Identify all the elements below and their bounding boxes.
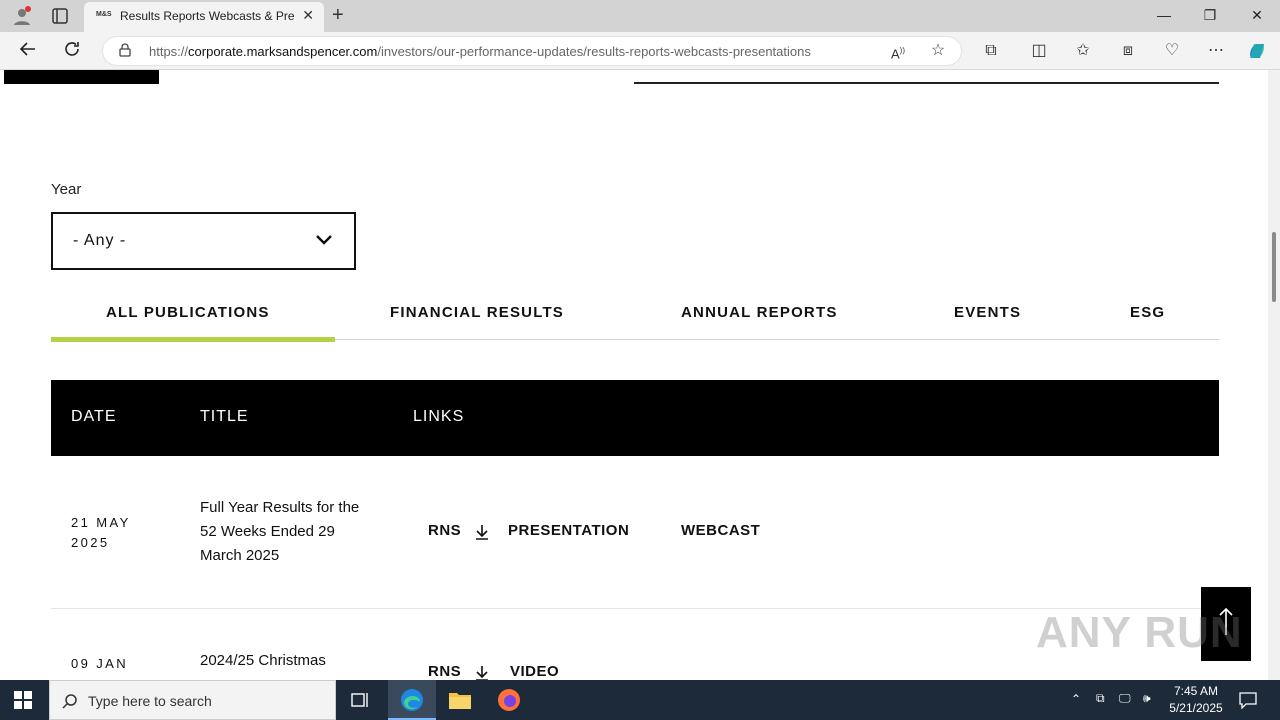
- publication-tabs: ALL PUBLICATIONS FINANCIAL RESULTS ANNUA…: [51, 300, 1219, 342]
- browser-toolbar: https://corporate.marksandspencer.com/in…: [0, 32, 1280, 70]
- browser-tab-active[interactable]: M&S Results Reports Webcasts & Pres ✕: [84, 2, 324, 32]
- minimize-icon[interactable]: —: [1152, 4, 1176, 26]
- file-explorer-icon[interactable]: [448, 689, 472, 711]
- extensions-icon[interactable]: ⧉: [980, 40, 1002, 62]
- page-scrollbar[interactable]: [1268, 70, 1280, 680]
- url-text: https://corporate.marksandspencer.com/in…: [149, 44, 811, 59]
- tab-all-publications[interactable]: ALL PUBLICATIONS: [106, 304, 270, 321]
- download-icon[interactable]: [473, 523, 491, 541]
- back-arrow-icon[interactable]: [17, 40, 39, 62]
- tray-chevron-up-icon[interactable]: ⌃: [1071, 692, 1081, 706]
- web-page: Year - Any - ALL PUBLICATIONS FINANCIAL …: [0, 70, 1268, 680]
- address-bar[interactable]: https://corporate.marksandspencer.com/in…: [102, 36, 962, 66]
- task-view-icon[interactable]: [350, 690, 370, 710]
- tab-events[interactable]: EVENTS: [954, 304, 1021, 321]
- clock[interactable]: 7:45 AM 5/21/2025: [1163, 683, 1229, 717]
- windows-start-icon[interactable]: [14, 691, 32, 709]
- close-window-icon[interactable]: ✕: [1245, 4, 1269, 26]
- tab-title: Results Reports Webcasts & Pres: [120, 9, 294, 23]
- browser-tab-bar: M&S Results Reports Webcasts & Pres ✕ + …: [0, 0, 1280, 32]
- favorites-icon[interactable]: ✩: [1072, 40, 1094, 62]
- presentation-link[interactable]: PRESENTATION: [508, 522, 629, 539]
- active-tab-underline: [51, 337, 335, 342]
- year-select-value: - Any -: [73, 232, 127, 249]
- more-menu-icon[interactable]: ⋯: [1205, 40, 1227, 62]
- edge-taskbar-icon[interactable]: [388, 680, 436, 720]
- browser-essentials-icon[interactable]: ♡: [1161, 40, 1183, 62]
- windows-taskbar: Type here to search ⌃ ⧉ 🖵 🕪 7:45 AM 5/21…: [0, 680, 1280, 720]
- header-links: LINKS: [413, 408, 465, 425]
- tab-financial-results[interactable]: FINANCIAL RESULTS: [390, 304, 564, 321]
- read-aloud-icon[interactable]: A)): [887, 40, 909, 62]
- split-screen-icon[interactable]: ◫: [1028, 40, 1050, 62]
- site-favicon-icon: M&S: [96, 11, 112, 18]
- network-icon[interactable]: ⧉: [1096, 691, 1105, 706]
- tab-actions-icon[interactable]: [52, 8, 68, 24]
- collections-icon[interactable]: ⧈: [1117, 40, 1139, 62]
- restore-icon[interactable]: ❐: [1198, 4, 1222, 26]
- year-filter-label: Year: [51, 181, 82, 198]
- rns-link[interactable]: RNS: [428, 663, 461, 680]
- new-tab-icon[interactable]: +: [332, 4, 344, 27]
- favorite-star-icon[interactable]: ☆: [927, 40, 949, 62]
- video-link[interactable]: VIDEO: [510, 663, 559, 680]
- watermark-logo: ANY RUN: [1036, 608, 1243, 657]
- firefox-icon[interactable]: [497, 688, 521, 712]
- search-icon: [62, 694, 77, 709]
- year-select[interactable]: - Any -: [51, 212, 356, 270]
- tab-esg[interactable]: ESG: [1130, 304, 1165, 321]
- scrollbar-thumb[interactable]: [1272, 232, 1276, 302]
- tab-annual-reports[interactable]: ANNUAL REPORTS: [681, 304, 838, 321]
- table-header: DATE TITLE LINKS: [51, 380, 1219, 456]
- volume-icon[interactable]: 🕪: [1143, 691, 1151, 706]
- taskbar-search-box[interactable]: Type here to search: [49, 680, 336, 720]
- lock-icon[interactable]: [119, 43, 131, 60]
- row-title: Full Year Results for the 52 Weeks Ended…: [200, 499, 360, 564]
- rns-link[interactable]: RNS: [428, 522, 461, 539]
- ethernet-icon[interactable]: 🖵: [1119, 691, 1131, 706]
- profile-icon[interactable]: [12, 6, 32, 26]
- row-date: 09 JAN: [71, 656, 129, 671]
- search-placeholder: Type here to search: [88, 693, 212, 709]
- header-date: DATE: [71, 408, 117, 425]
- close-tab-icon[interactable]: ✕: [302, 7, 314, 24]
- webcast-link[interactable]: WEBCAST: [681, 522, 760, 539]
- download-icon[interactable]: [473, 664, 491, 680]
- notification-icon[interactable]: [1239, 691, 1257, 710]
- row-title: 2024/25 Christmas: [200, 652, 326, 669]
- row-date: 21 MAY 2025: [71, 515, 131, 550]
- hero-image-edge: [634, 82, 1219, 84]
- header-title: TITLE: [200, 408, 249, 425]
- copilot-icon[interactable]: [1246, 40, 1268, 62]
- chevron-down-icon: [316, 235, 332, 245]
- section-black-bar: [4, 70, 159, 84]
- refresh-icon[interactable]: [61, 40, 83, 62]
